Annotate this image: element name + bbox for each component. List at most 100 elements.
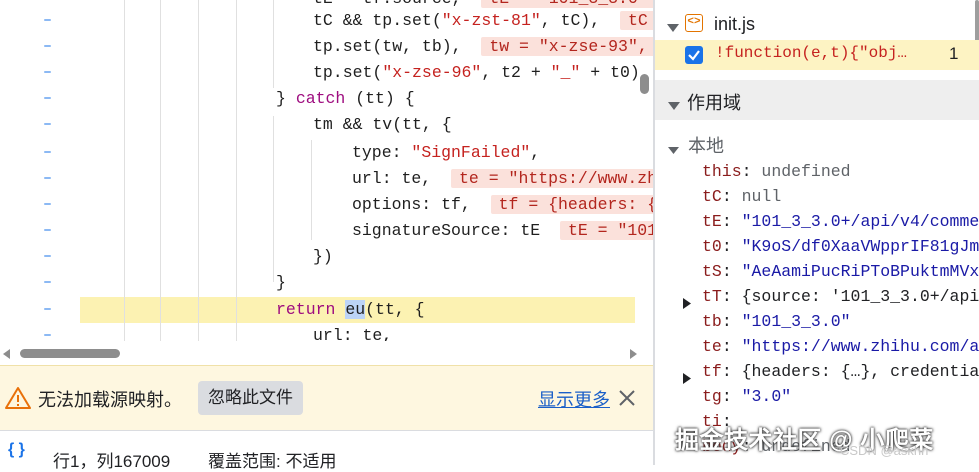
variable-name: this (702, 162, 742, 181)
code-line[interactable]: – signatureSource: tE tE = "101_3_3.0" (0, 218, 653, 244)
chevron-down-icon[interactable] (667, 19, 679, 37)
scope-variable[interactable]: te: "https://www.zhihu.com/ap (655, 334, 979, 359)
variable-separator: : (721, 187, 742, 206)
line-marker-dash[interactable]: – (43, 323, 52, 341)
status-bar: { } 行1，列167009 覆盖范围: 不适用 (0, 430, 653, 471)
scroll-right-icon[interactable] (630, 349, 637, 359)
close-icon[interactable] (617, 388, 637, 413)
pretty-print-icon[interactable]: { } (8, 441, 25, 459)
show-more-link[interactable]: 显示更多 (538, 386, 610, 412)
code-token: "x-zse-96" (382, 63, 482, 82)
scope-variable[interactable]: t0: "K9oS/df0XaaVWpprIF81gJmd (655, 234, 979, 259)
code-token: return (276, 300, 336, 319)
line-marker-dash[interactable]: – (43, 192, 52, 218)
line-marker-dash[interactable]: – (43, 112, 52, 138)
line-marker-dash[interactable]: – (43, 140, 52, 166)
variable-value: null (741, 187, 782, 206)
scope-variable-entry: tg: "3.0" (702, 384, 791, 409)
code-line[interactable]: – type: "SignFailed", (0, 140, 653, 166)
breakpoint-item[interactable]: !function(e,t){"obj… 1 (655, 40, 979, 70)
line-marker-dash[interactable]: – (43, 244, 52, 270)
code-token: (tt, { (365, 300, 425, 319)
variable-name: tT (702, 287, 722, 306)
scope-variable[interactable]: tE: "101_3_3.0+/api/v4/comments (655, 209, 979, 234)
horizontal-scrollbar[interactable] (0, 341, 653, 365)
code-token: } (276, 273, 286, 292)
variable-name: tC (702, 187, 722, 206)
scope-variable[interactable]: tC: null (655, 184, 979, 209)
code-line[interactable]: –}) (0, 244, 653, 270)
breakpoint-file-row[interactable]: <> init.js (655, 10, 979, 38)
scope-variable[interactable]: tS: "AeAamiPucRiPToBPuktmMVxX (655, 259, 979, 284)
chevron-down-icon[interactable] (668, 141, 679, 159)
chevron-down-icon[interactable] (668, 97, 680, 115)
ignore-file-button[interactable]: 忽略此文件 (198, 381, 303, 415)
vertical-scroll-thumb[interactable] (640, 74, 649, 94)
code-line[interactable]: – tp.set(tw, tb), tw = "x-zse-93", (0, 34, 653, 60)
scroll-left-icon[interactable] (3, 349, 10, 359)
code-line[interactable]: – return eu(tt, { (43, 297, 635, 323)
code-line[interactable]: – url: te, (0, 323, 653, 341)
code-line[interactable]: – } catch (tt) { (0, 86, 653, 112)
line-marker-dash[interactable]: – (43, 297, 52, 323)
source-code-editor[interactable]: – tE = tf.source, tE = "101_3_3.0" – tC && … (0, 0, 653, 341)
variable-separator: : (741, 162, 762, 181)
variable-value: "AeAamiPucRiPToBPuktmMVxX (741, 262, 979, 281)
scope-variable-entry: te: "https://www.zhihu.com/ap (702, 334, 979, 359)
variable-value: {source: '101_3_3.0+/api/ (741, 287, 979, 306)
scope-section-header[interactable]: 作用域 (655, 80, 979, 120)
code-token: tp.set(tw, tb), (313, 37, 482, 56)
variable-separator: : (721, 237, 742, 256)
variable-name: tg (702, 387, 722, 406)
line-marker-dash[interactable]: – (43, 86, 52, 112)
variable-value: "101_3_3.0+/api/v4/comments (741, 212, 979, 231)
code-token: }) (313, 247, 333, 266)
scope-title: 作用域 (687, 93, 741, 113)
scope-variable-entry: tC: null (702, 184, 781, 209)
code-line[interactable]: – tm && tv(tt, { (0, 112, 653, 138)
line-marker-dash[interactable]: – (43, 8, 52, 34)
code-line-text: } catch (tt) { (276, 86, 415, 112)
indent-guide (124, 0, 125, 341)
variable-separator: : (721, 362, 742, 381)
variable-separator: : (721, 337, 742, 356)
variable-name: te (702, 337, 722, 356)
inline-value-badge[interactable]: tf = {headers: {…}} (490, 195, 653, 214)
variable-value: "3.0" (741, 387, 792, 406)
code-line[interactable]: – options: tf, tf = {headers: {…}} (0, 192, 653, 218)
breakpoint-checkbox[interactable] (685, 46, 703, 64)
local-scope-header[interactable]: 本地 (655, 130, 979, 156)
variable-name: tS (702, 262, 722, 281)
line-marker-dash[interactable]: – (43, 60, 52, 86)
code-token: signatureSource: tE (352, 221, 560, 240)
code-token: , (530, 143, 541, 162)
scope-variable[interactable]: tf: {headers: {…}, credentia (655, 359, 979, 384)
code-line[interactable]: –} (0, 270, 653, 296)
code-line[interactable]: – url: te, te = "https://www.zhihu.com" (0, 166, 653, 192)
vertical-scrollbar[interactable] (639, 0, 651, 341)
indent-guide (160, 0, 161, 341)
inline-value-badge[interactable]: tE = "101_3_3.0" (481, 0, 653, 8)
scope-variable[interactable]: tb: "101_3_3.0" (655, 309, 979, 334)
indent-guide (311, 140, 312, 240)
inline-value-badge[interactable]: te = "https://www.zhihu.com" (451, 169, 653, 188)
code-line[interactable]: – tC && tp.set("x-zst-81", tC), tC = null (0, 8, 653, 34)
code-line[interactable]: – tp.set("x-zse-96", t2 + "_" + t0) (0, 60, 653, 86)
variable-separator: : (721, 287, 742, 306)
scope-variable[interactable]: tT: {source: '101_3_3.0+/api/ (655, 284, 979, 309)
line-marker-dash[interactable]: – (43, 270, 52, 296)
indent-guide (273, 0, 274, 88)
code-token: "x-zst-81" (441, 11, 541, 30)
inline-value-badge[interactable]: tw = "x-zse-93", (481, 37, 653, 56)
cursor-position: 行1，列167009 (53, 452, 171, 471)
horizontal-scroll-thumb[interactable] (20, 349, 120, 358)
scope-variable[interactable]: tg: "3.0" (655, 384, 979, 409)
code-line-text: options: tf, tf = {headers: {…}} (352, 192, 653, 218)
line-marker-dash[interactable]: – (43, 166, 52, 192)
scope-variable-entry: this: undefined (702, 159, 851, 184)
code-token: tm && tv(tt, { (313, 115, 452, 134)
indent-guide (273, 116, 274, 282)
line-marker-dash[interactable]: – (43, 34, 52, 60)
scope-variable[interactable]: this: undefined (655, 159, 979, 184)
line-marker-dash[interactable]: – (43, 218, 52, 244)
